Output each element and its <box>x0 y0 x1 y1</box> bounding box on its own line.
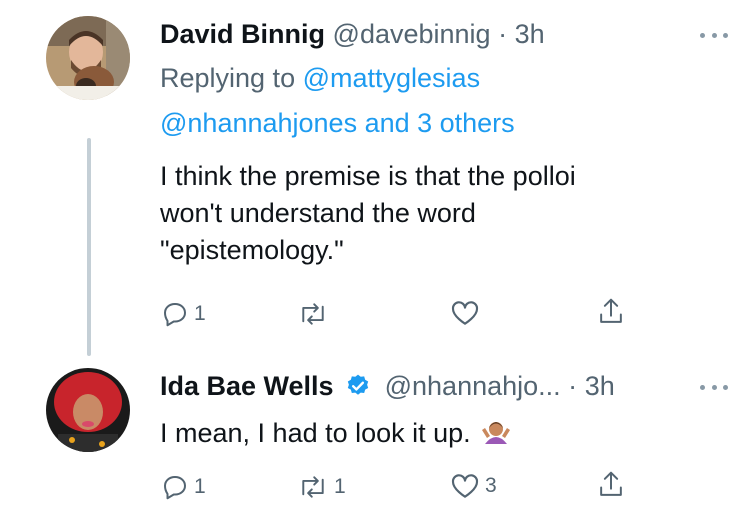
share-icon <box>600 471 622 496</box>
verified-badge-icon <box>347 374 369 395</box>
like-button[interactable] <box>449 298 485 328</box>
reply-count: 1 <box>194 475 206 498</box>
share-button[interactable] <box>596 296 626 328</box>
author-handle[interactable]: @nhannahjo... <box>385 371 561 401</box>
retweet-icon <box>302 303 324 325</box>
timestamp[interactable]: 3h <box>585 371 615 401</box>
author-name[interactable]: Ida Bae Wells <box>160 371 334 401</box>
retweet-icon <box>302 476 324 498</box>
share-button[interactable] <box>596 469 626 501</box>
separator-dot: · <box>498 19 508 49</box>
tweet-header: Ida Bae Wells @nhannahjo... · 3h <box>160 369 615 403</box>
author-handle[interactable]: @davebinnig <box>333 19 491 49</box>
retweet-count: 1 <box>334 475 346 498</box>
author-name[interactable]: David Binnig <box>160 19 325 49</box>
person-shrugging-icon <box>481 422 510 444</box>
tweet-text: I mean, I had to look it up. <box>160 415 513 452</box>
tweet-text: I think the premise is that the polloi w… <box>160 158 576 269</box>
like-button[interactable]: 3 <box>449 471 497 501</box>
reply-icon <box>164 303 186 327</box>
heart-icon <box>451 474 479 498</box>
timestamp[interactable]: 3h <box>515 19 545 49</box>
replying-to-more: @nhannahjones and 3 others <box>160 106 515 140</box>
replying-others-link[interactable]: @nhannahjones and 3 others <box>160 108 515 138</box>
tweet-text-line: "epistemology." <box>160 235 344 265</box>
tweet-text-line: I mean, I had to look it up. <box>160 418 471 448</box>
more-options-icon[interactable] <box>700 33 728 41</box>
reply-icon <box>164 476 186 500</box>
reply-button[interactable]: 1 <box>160 299 206 329</box>
thread-connector-line <box>87 138 91 356</box>
retweet-button[interactable] <box>296 299 334 329</box>
avatar[interactable] <box>46 368 130 452</box>
reply-count: 1 <box>194 302 206 325</box>
like-count: 3 <box>485 474 497 497</box>
replying-user-link[interactable]: @mattyglesias <box>303 63 480 93</box>
tweet-text-line: won't understand the word <box>160 198 476 228</box>
retweet-button[interactable]: 1 <box>296 472 346 502</box>
replying-to: Replying to @mattyglesias <box>160 61 480 95</box>
more-options-icon[interactable] <box>700 385 728 393</box>
tweet-header: David Binnig @davebinnig · 3h <box>160 17 545 51</box>
share-icon <box>600 298 622 323</box>
heart-icon <box>451 301 479 325</box>
reply-button[interactable]: 1 <box>160 472 206 502</box>
avatar[interactable] <box>46 16 130 100</box>
tweet-text-line: I think the premise is that the polloi <box>160 161 576 191</box>
replying-prefix: Replying to <box>160 63 296 93</box>
separator-dot: · <box>568 371 578 401</box>
